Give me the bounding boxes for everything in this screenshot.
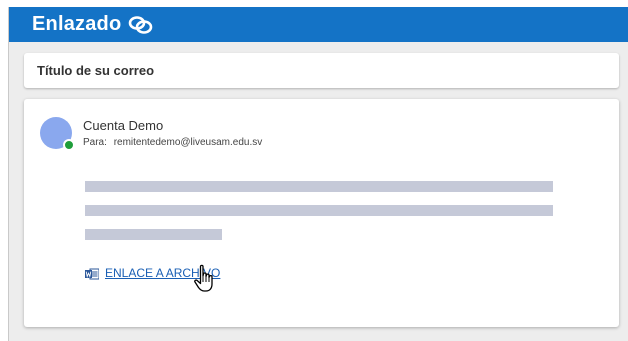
message-card: Cuenta Demo Para: remitentedemo@liveusam… [24,99,619,327]
recipient-line: Para: remitentedemo@liveusam.edu.sv [83,137,262,148]
body-placeholder-line [85,205,553,216]
link-icon [127,15,155,35]
recipient-label: Para: [83,137,107,148]
recipient-email: remitentedemo@liveusam.edu.sv [113,137,263,148]
email-window: Enlazado Título de su correo Cuenta Demo… [8,7,628,341]
body-placeholder-line [85,181,553,192]
subject-card: Título de su correo [24,53,619,88]
sender-name: Cuenta Demo [83,118,164,133]
screen: Enlazado Título de su correo Cuenta Demo… [0,0,628,341]
app-title: Enlazado [32,13,122,35]
app-header: Enlazado [9,7,628,42]
email-subject: Título de su correo [37,63,155,78]
hand-pointer-cursor-icon [193,264,217,294]
body-placeholder-line [85,229,222,240]
word-document-icon [85,267,100,280]
presence-status-icon [63,139,75,151]
